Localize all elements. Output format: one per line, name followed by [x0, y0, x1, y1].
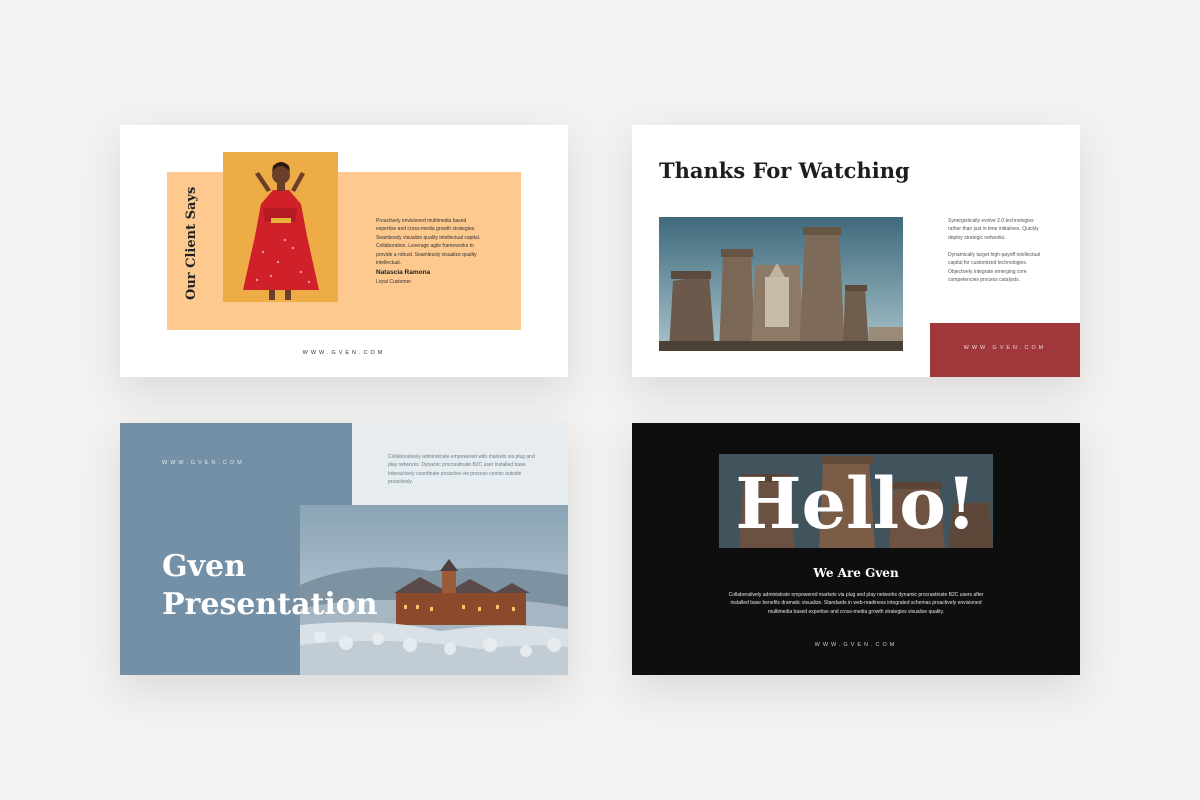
slide-title: Thanks For Watching	[659, 158, 910, 183]
website-url: WWW.GVEN.COM	[162, 460, 245, 466]
slide-client-testimonial[interactable]: Our Client Says Proactively envisioned m…	[120, 125, 568, 377]
slide-hello[interactable]: Hello! We Are Gven Collaboratively admin…	[632, 423, 1080, 675]
slide-subtitle: We Are Gven	[813, 566, 899, 580]
slide-title: Our Client Says	[184, 186, 199, 300]
body-paragraph-2: Dynamically target high-payoff intellect…	[948, 252, 1041, 284]
description-text: Collaboratively administrate empowered w…	[388, 454, 535, 486]
website-url: WWW.GVEN.COM	[814, 642, 898, 648]
client-photo	[223, 152, 338, 302]
website-url: WWW.GVEN.COM	[302, 350, 386, 356]
description-text: Collaboratively administrate empowered m…	[728, 592, 984, 615]
client-name: Natascia Ramona	[376, 269, 431, 276]
website-url: WWW.GVEN.COM	[963, 345, 1047, 351]
hello-headline: Hello!	[735, 462, 977, 545]
red-footer-block: WWW.GVEN.COM	[930, 323, 1080, 377]
slide-thanks[interactable]: Thanks For Watching Synergistically evol…	[632, 125, 1080, 377]
slide-title-line-1: Gven	[162, 549, 246, 584]
castle-photo	[659, 217, 903, 351]
testimonial-quote: Proactively envisioned multimedia based …	[376, 218, 481, 267]
client-role: Loyal Customer	[376, 279, 412, 285]
slide-gven-presentation[interactable]: WWW.GVEN.COM Collaboratively administrat…	[120, 423, 568, 675]
body-paragraph-1: Synergistically evolve 2.0 technologies …	[948, 218, 1039, 241]
slide-title-line-2: Presentation	[162, 587, 378, 622]
